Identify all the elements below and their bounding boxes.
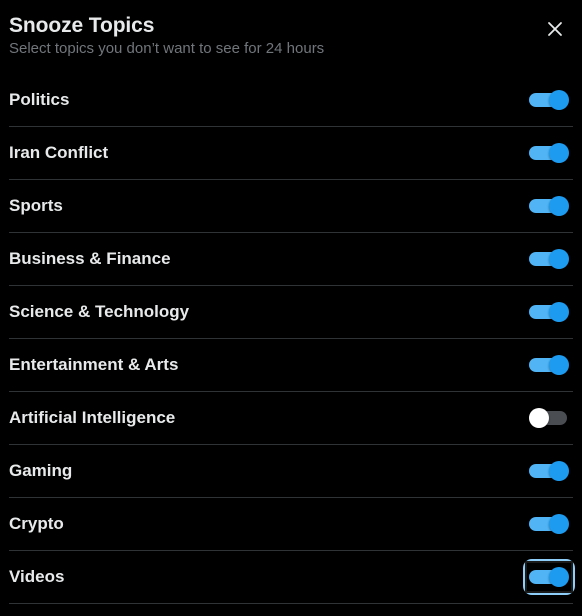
toggle-knob <box>549 143 569 163</box>
close-button[interactable] <box>538 12 572 46</box>
topic-toggle[interactable] <box>529 141 569 165</box>
topic-label: Politics <box>9 90 70 109</box>
toggle-knob <box>549 355 569 375</box>
snooze-topics-dialog: Snooze Topics Select topics you don’t wa… <box>0 0 582 616</box>
dialog-header: Snooze Topics Select topics you don’t wa… <box>0 0 582 74</box>
dialog-title: Snooze Topics <box>9 14 155 37</box>
topic-row-science-technology[interactable]: Science & Technology <box>9 286 573 339</box>
topic-toggle[interactable] <box>529 194 569 218</box>
topic-toggle[interactable] <box>523 559 575 595</box>
topic-toggle[interactable] <box>529 88 569 112</box>
topic-label: Crypto <box>9 514 64 533</box>
topic-row-artificial-intelligence[interactable]: Artificial Intelligence <box>9 392 573 445</box>
topic-row-gaming[interactable]: Gaming <box>9 445 573 498</box>
topic-label: Business & Finance <box>9 249 171 268</box>
topic-row-crypto[interactable]: Crypto <box>9 498 573 551</box>
topic-row-business-finance[interactable]: Business & Finance <box>9 233 573 286</box>
topic-row-politics[interactable]: Politics <box>9 74 573 127</box>
topic-label: Sports <box>9 196 63 215</box>
topic-label: Gaming <box>9 461 73 480</box>
toggle-knob <box>549 249 569 269</box>
topic-toggle[interactable] <box>529 353 569 377</box>
topic-label: Artificial Intelligence <box>9 408 176 427</box>
topic-row-videos[interactable]: Videos <box>9 551 575 604</box>
topic-row-entertainment-arts[interactable]: Entertainment & Arts <box>9 339 573 392</box>
toggle-knob <box>549 514 569 534</box>
topic-list: Politics Iran Conflict Sports Business &… <box>9 74 575 604</box>
toggle-knob <box>549 567 569 587</box>
topic-label: Entertainment & Arts <box>9 355 179 374</box>
toggle-knob <box>549 90 569 110</box>
topic-toggle[interactable] <box>529 247 569 271</box>
topic-toggle[interactable] <box>529 459 569 483</box>
toggle-knob <box>549 196 569 216</box>
dialog-subtitle: Select topics you don’t want to see for … <box>9 40 325 57</box>
toggle-knob <box>549 461 569 481</box>
topic-row-sports[interactable]: Sports <box>9 180 573 233</box>
toggle-knob <box>529 408 549 428</box>
topic-label: Videos <box>9 567 65 586</box>
topic-toggle[interactable] <box>529 300 569 324</box>
close-icon <box>547 21 563 37</box>
topic-label: Iran Conflict <box>9 143 109 162</box>
topic-toggle[interactable] <box>529 512 569 536</box>
topic-label: Science & Technology <box>9 302 190 321</box>
topic-toggle[interactable] <box>529 406 569 430</box>
topic-row-iran-conflict[interactable]: Iran Conflict <box>9 127 573 180</box>
toggle-knob <box>549 302 569 322</box>
